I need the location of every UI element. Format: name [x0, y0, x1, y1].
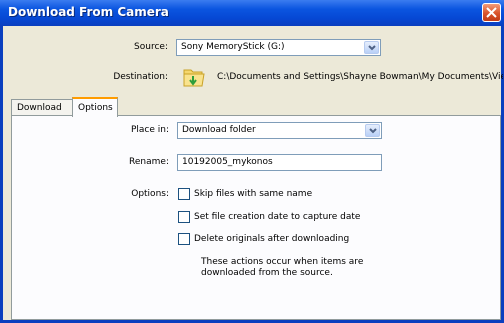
skip-files-label[interactable]: Skip files with same name	[194, 189, 312, 199]
delete-originals-label[interactable]: Delete originals after downloading	[194, 234, 349, 244]
source-value: Sony MemoryStick (G:)	[181, 42, 285, 52]
tab-options[interactable]: Options	[72, 97, 118, 117]
delete-originals-checkbox[interactable]	[178, 233, 190, 245]
place-in-value: Download folder	[182, 125, 256, 135]
download-from-camera-dialog: Download From Camera Source: Sony Memory…	[0, 0, 504, 323]
place-in-label: Place in:	[130, 125, 169, 135]
title-bar[interactable]: Download From Camera	[0, 0, 504, 26]
destination-label: Destination:	[113, 72, 168, 82]
close-button[interactable]	[482, 3, 501, 22]
set-creation-date-checkbox[interactable]	[178, 211, 190, 223]
rename-label: Rename:	[129, 157, 169, 167]
tab-download-label: Download	[17, 103, 62, 113]
destination-path: C:\Documents and Settings\Shayne Bowman\…	[217, 72, 503, 82]
options-label: Options:	[131, 189, 169, 199]
rename-input[interactable]: 10192005_mykonos	[177, 154, 382, 171]
chevron-down-icon	[368, 45, 376, 51]
folder-download-icon[interactable]	[182, 64, 206, 90]
source-select[interactable]: Sony MemoryStick (G:)	[176, 39, 381, 56]
close-icon	[486, 7, 497, 18]
source-dropdown-button[interactable]	[364, 41, 379, 54]
place-in-select[interactable]: Download folder	[177, 122, 382, 139]
rename-value: 10192005_mykonos	[182, 157, 273, 167]
place-in-dropdown-button[interactable]	[365, 124, 380, 137]
options-panel: Place in: Download folder Rename: 101920…	[11, 115, 501, 320]
source-label: Source:	[134, 42, 168, 52]
chevron-down-icon	[369, 128, 377, 134]
window-title: Download From Camera	[8, 5, 169, 19]
skip-files-checkbox[interactable]	[178, 188, 190, 200]
options-note-line-1: These actions occur when items are	[201, 257, 364, 267]
set-creation-date-label[interactable]: Set file creation date to capture date	[194, 212, 360, 222]
options-note-line-2: downloaded from the source.	[201, 268, 333, 278]
tab-options-label: Options	[78, 103, 113, 113]
